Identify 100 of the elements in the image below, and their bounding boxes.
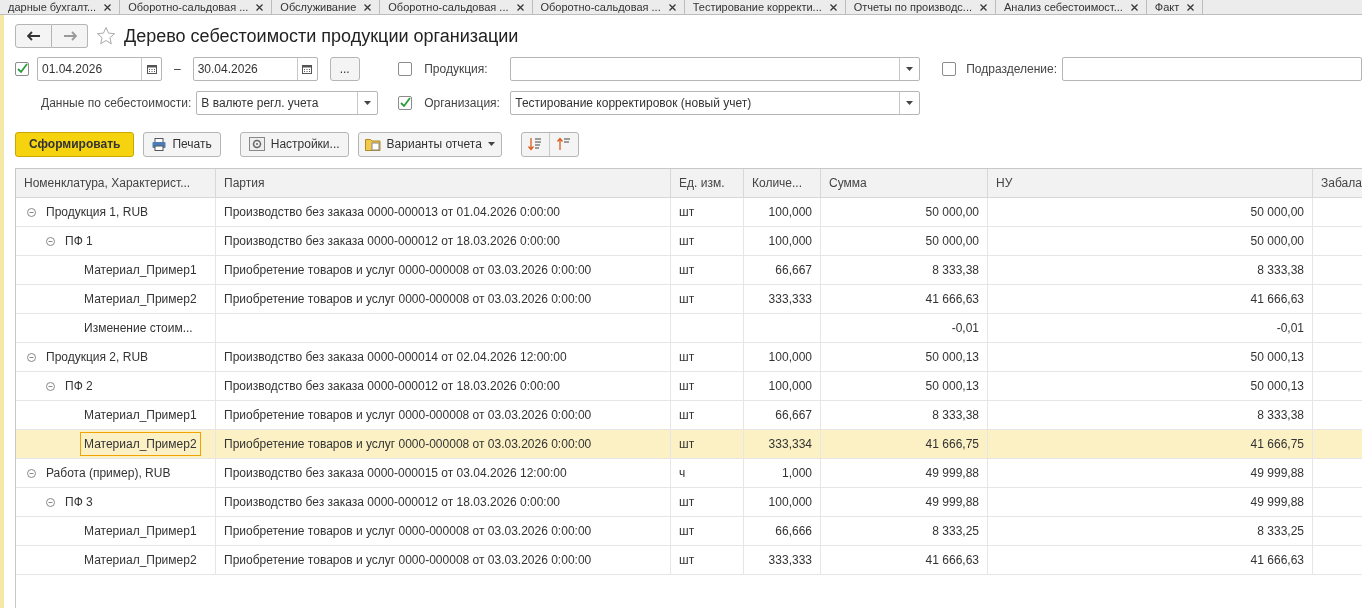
filter-label: Продукция: [424,61,489,78]
table-cell-text: Приобретение товаров и услуг 0000-000008 от 03.03.2026 0:00:00 [224,262,592,279]
table-cell-text: 50 000,13 [1250,378,1304,395]
table-cell-text: Производство без заказа 0000-000015 от 03.04.2026 12:00:00 [224,465,567,482]
item-name: Материал_Пример1 [83,407,198,424]
table-cell-text: шт [679,494,695,511]
table-row[interactable]: ПФ 3 Производство без заказа 0000-000012 от 18.03.2026 0:00:00 шт 100,000 49 999,88 49 999,88 [16,488,1362,517]
collapse-icon[interactable] [27,207,36,217]
table-cell-text: шт [679,233,695,250]
table-cell-text: шт [679,552,695,569]
close-icon[interactable] [364,3,372,11]
collapse-icon[interactable] [46,497,55,507]
table-row[interactable]: Материал_Пример2 Приобретение товаров и услуг 0000-000008 от 03.03.2026 0:00:00 шт 333,334 41 666,75 41 666,75 [16,430,1362,459]
table-cell-text: Приобретение товаров и услуг 0000-000008 от 03.03.2026 0:00:00 [224,407,592,424]
table-row[interactable]: Материал_Пример1 Приобретение товаров и услуг 0000-000008 от 03.03.2026 0:00:00 шт 66,667 8 333,38 8 333,38 [16,256,1362,285]
caret-icon [906,67,914,71]
item-name: Продукция 2, RUB [45,349,150,366]
close-icon[interactable] [1130,3,1138,11]
window-title: Дерево себестоимости продукции организации [124,24,519,48]
table-cell-text: шт [679,378,695,395]
column-header[interactable]: Партия [216,169,671,197]
filter-field[interactable] [1062,57,1362,81]
close-icon[interactable] [1187,3,1195,11]
collapse-icon[interactable] [46,381,55,391]
table-cell-text: Производство без заказа 0000-000013 от 01.04.2026 0:00:00 [224,204,561,221]
close-icon[interactable] [516,3,524,11]
column-header[interactable]: Ед. изм. [671,169,744,197]
table-cell-text: 100,000 [768,378,812,395]
close-icon[interactable] [104,3,112,11]
checkbox[interactable] [15,62,29,76]
back-button[interactable] [15,24,52,48]
checkbox[interactable] [398,62,413,76]
cost-data-label: Данные по себестоимости: [41,95,192,112]
table-cell-text: 49 999,88 [1250,465,1304,482]
settings-button[interactable]: Настройки... [239,131,349,157]
table-row[interactable]: Изменение стоим... -0,01 -0,01 [16,314,1362,343]
table-cell-text: 50 000,00 [1250,233,1304,250]
column-header[interactable]: Количе... [744,169,821,197]
table-row[interactable]: Продукция 1, RUB Производство без заказа 0000-000013 от 01.04.2026 0:00:00 шт 100,000 50 000,00 50 000,00 [16,198,1362,227]
table-row[interactable]: ПФ 1 Производство без заказа 0000-000012 от 18.03.2026 0:00:00 шт 100,000 50 000,00 50 000,00 [16,227,1362,256]
checkbox[interactable] [398,96,413,110]
table-cell-text: -0,01 [951,320,979,337]
checkmark-icon [16,63,28,75]
table-cell-text: 41 666,63 [925,552,979,569]
table-cell-text: шт [679,204,695,221]
table-cell-text: Производство без заказа 0000-000014 от 02.04.2026 12:00:00 [224,349,567,366]
close-icon[interactable] [256,3,264,11]
collapse-icon[interactable] [27,352,36,362]
column-header[interactable]: Забала [1313,169,1362,197]
table-cell-text: 50 000,13 [1250,349,1304,366]
checkbox[interactable] [942,62,957,76]
print-button[interactable]: Печать [143,131,221,157]
table-row[interactable]: Материал_Пример2 Приобретение товаров и услуг 0000-000008 от 03.03.2026 0:00:00 шт 333,333 41 666,63 41 666,63 [16,285,1362,314]
tab-label: Тестирование корректи... [692,0,822,14]
item-name: ПФ 1 [64,233,94,250]
table-row[interactable]: Материал_Пример1 Приобретение товаров и услуг 0000-000008 от 03.03.2026 0:00:00 шт 66,667 8 333,38 8 333,38 [16,401,1362,430]
table-cell-text: Приобретение товаров и услуг 0000-000008 от 03.03.2026 0:00:00 [224,523,592,540]
printer-icon [152,137,167,151]
table-row[interactable]: Материал_Пример2 Приобретение товаров и услуг 0000-000008 от 03.03.2026 0:00:00 шт 333,333 41 666,63 41 666,63 [16,546,1362,575]
collapse-icon[interactable] [27,468,36,478]
table-cell-text: Производство без заказа 0000-000012 от 18.03.2026 0:00:00 [224,494,561,511]
table-cell-text: Приобретение товаров и услуг 0000-000008 от 03.03.2026 0:00:00 [224,436,592,453]
table-cell-text: 100,000 [768,494,812,511]
filter-select[interactable]: Тестирование корректировок (новый учет) [510,91,921,115]
table-row[interactable]: ПФ 2 Производство без заказа 0000-000012 от 18.03.2026 0:00:00 шт 100,000 50 000,13 50 000,13 [16,372,1362,401]
table-row[interactable]: Продукция 2, RUB Производство без заказа 0000-000014 от 02.04.2026 12:00:00 шт 100,000 50 000,13 50 000,13 [16,343,1362,372]
close-icon[interactable] [668,3,676,11]
close-icon[interactable] [829,3,837,11]
item-name: Изменение стоим... [83,320,194,337]
report-variants-button[interactable]: Варианты отчета [357,131,502,157]
column-header[interactable]: НУ [988,169,1313,197]
caret-icon [364,101,372,105]
table-cell-text: 66,667 [775,407,812,424]
close-icon[interactable] [980,3,988,11]
table-row[interactable]: Работа (пример), RUB Производство без заказа 0000-000015 от 03.04.2026 12:00:00 ч 1,000 49 999,88 49 999,88 [16,459,1362,488]
item-name: Материал_Пример2 [83,552,198,569]
generate-button[interactable]: Сформировать [15,131,135,157]
tab-label: Оборотно-сальдовая ... [540,0,661,14]
cost-data-select[interactable]: В валюте регл. учета [196,91,379,115]
table-cell-text: 50 000,00 [1250,204,1304,221]
table-cell-text: 8 333,38 [1257,407,1304,424]
tab-label: Анализ себестоимост... [1004,0,1123,14]
collapse-icon[interactable] [46,236,55,246]
table-cell-text: 333,333 [768,291,812,308]
table-cell-text: шт [679,291,695,308]
tab-label: Факт [1154,0,1180,14]
column-header[interactable]: Номенклатура, Характерист... [16,169,216,197]
star-icon[interactable] [96,26,116,46]
table-cell-text: 66,667 [775,262,812,279]
item-name: Материал_Пример1 [83,523,198,540]
table-cell-text: 50 000,00 [925,233,979,250]
table-cell-text: 49 999,88 [1250,494,1304,511]
date-from-field[interactable]: 01.04.2026 [37,57,162,81]
column-header[interactable]: Сумма [821,169,988,197]
table-cell-text: Производство без заказа 0000-000012 от 18.03.2026 0:00:00 [224,233,561,250]
table-cell-text: 333,333 [768,552,812,569]
table-row[interactable]: Материал_Пример1 Приобретение товаров и услуг 0000-000008 от 03.03.2026 0:00:00 шт 66,666 8 333,25 8 333,25 [16,517,1362,546]
date-to-field[interactable]: 30.04.2026 [192,57,318,81]
period-button[interactable]: ... [329,57,360,81]
calendar-icon [146,64,157,74]
